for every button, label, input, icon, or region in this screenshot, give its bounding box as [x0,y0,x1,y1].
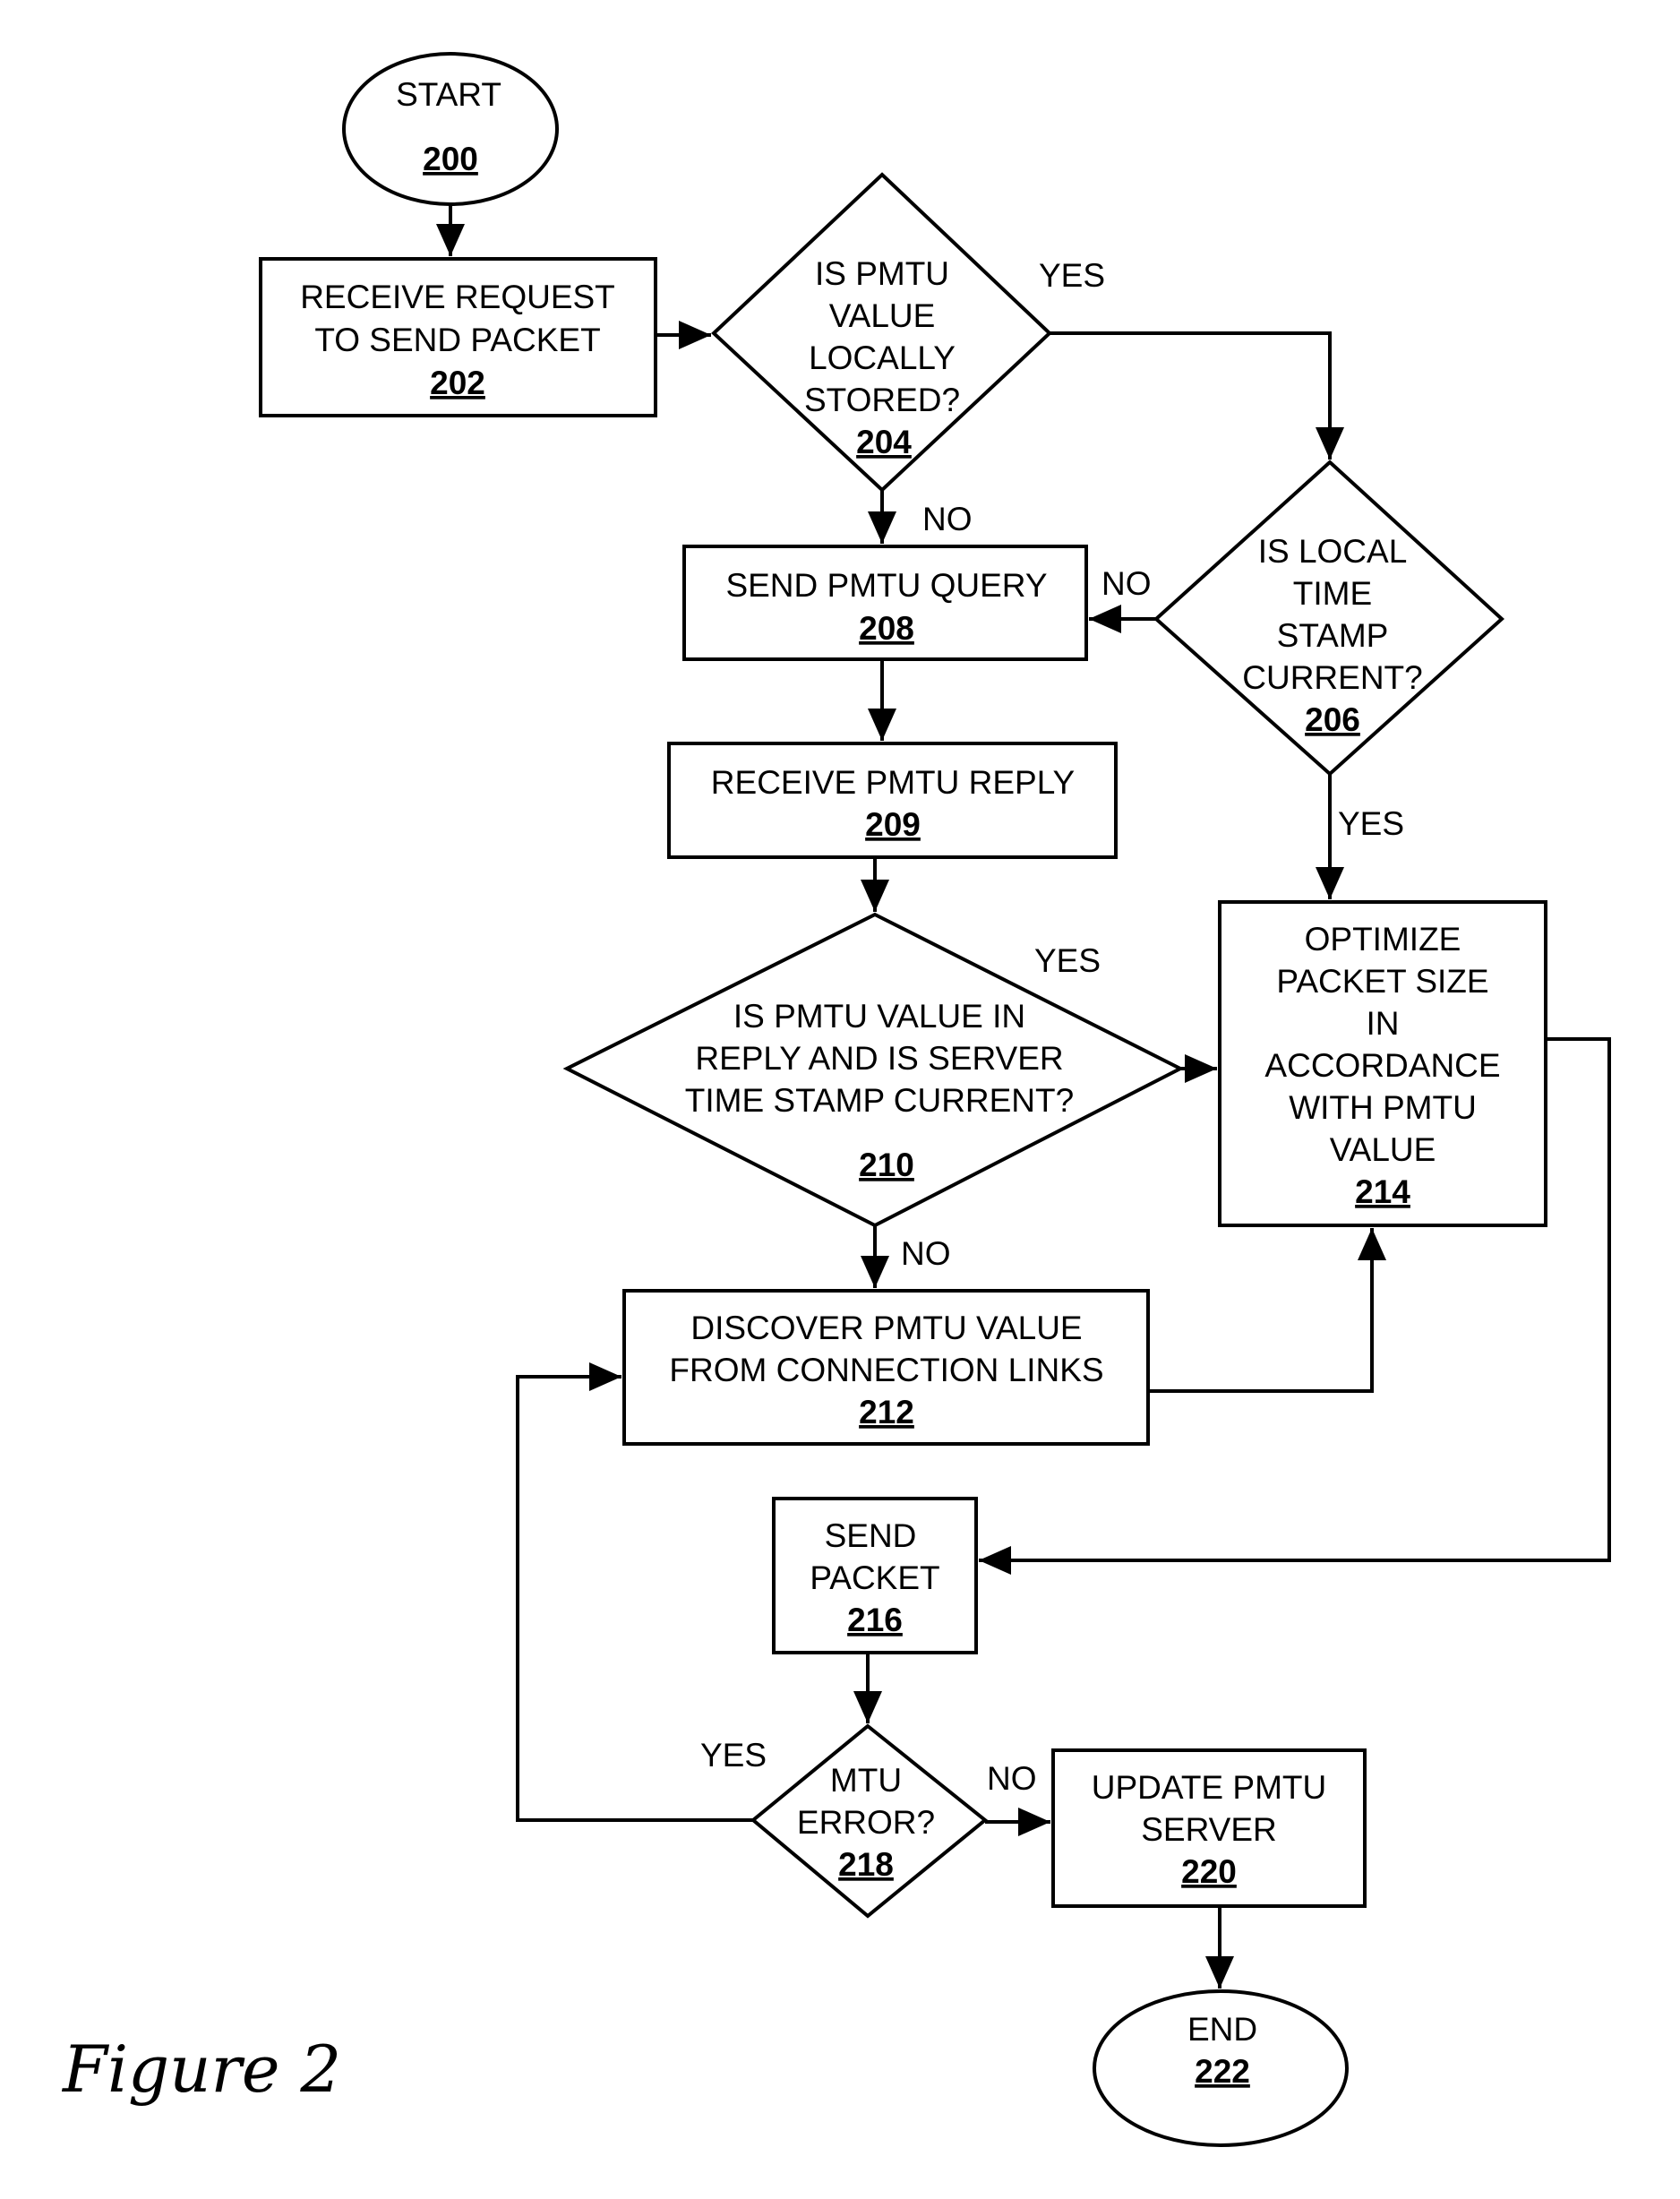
flowchart: YES NO NO YES YES NO YES NO START 200 RE… [61,52,1611,2147]
node-208-ref: 208 [859,610,914,647]
node-216-ref: 216 [847,1602,903,1638]
node-220-ref: 220 [1181,1853,1237,1890]
node-222-text: END [1187,2011,1257,2048]
node-208-send-pmtu-query: SEND PMTU QUERY 208 [682,545,1088,661]
edge-label-206-yes: YES [1338,805,1404,842]
edge-label-218-yes: YES [700,1737,767,1774]
node-214-line-1: OPTIMIZE [1305,921,1461,958]
node-206-line-3: STAMP [1277,617,1389,654]
node-204-line-4: STORED? [804,382,960,418]
node-209-line-1: RECEIVE PMTU REPLY [711,764,1075,801]
node-222-end: END 222 [1093,1989,1349,2147]
node-202-receive-request: RECEIVE REQUEST TO SEND PACKET 202 [259,257,657,417]
node-214-line-5: WITH PMTU [1289,1089,1477,1126]
node-204-line-2: VALUE [829,297,936,334]
node-214-ref: 214 [1355,1173,1410,1210]
edge-label-206-no: NO [1101,565,1152,602]
node-206-line-2: TIME [1293,575,1372,612]
node-216-send-packet: SEND PACKET 216 [772,1497,978,1654]
node-212-line-1: DISCOVER PMTU VALUE [690,1310,1082,1346]
node-210-line-2: REPLY AND IS SERVER [695,1040,1063,1077]
node-218-line-2: ERROR? [797,1804,935,1841]
edge-label-204-no: NO [922,501,973,537]
node-212-line-2: FROM CONNECTION LINKS [669,1352,1103,1388]
node-209-ref: 209 [865,806,921,843]
node-210-line-3: TIME STAMP CURRENT? [685,1082,1074,1119]
node-202-line-2: TO SEND PACKET [314,322,600,358]
node-200-ref: 200 [423,141,478,177]
figure-label: Figure 2 [61,2031,341,2107]
node-214-line-6: VALUE [1330,1131,1436,1168]
node-200-start: START 200 [342,52,559,206]
node-220-line-2: SERVER [1141,1811,1277,1848]
node-204-ref: 204 [856,424,912,460]
node-209-receive-pmtu-reply: RECEIVE PMTU REPLY 209 [667,742,1118,859]
node-212-discover-pmtu: DISCOVER PMTU VALUE FROM CONNECTION LINK… [622,1289,1150,1446]
node-204-line-3: LOCALLY [809,339,956,376]
node-218-ref: 218 [838,1846,894,1883]
node-206-local-timestamp-current: IS LOCAL TIME STAMP CURRENT? 206 [1153,460,1504,777]
node-206-line-1: IS LOCAL [1258,533,1408,570]
node-200-text: START [396,76,501,113]
node-216-line-1: SEND [825,1517,917,1554]
edge-204-206 [1050,331,1344,460]
node-214-line-2: PACKET SIZE [1276,963,1488,1000]
node-218-line-1: MTU [830,1762,902,1799]
node-202-ref: 202 [430,365,485,401]
node-214-line-4: ACCORDANCE [1264,1047,1500,1084]
node-206-line-4: CURRENT? [1242,659,1422,696]
node-214-optimize-packet-size: OPTIMIZE PACKET SIZE IN ACCORDANCE WITH … [1218,900,1547,1227]
edge-212-214 [1148,1228,1386,1393]
node-220-update-pmtu-server: UPDATE PMTU SERVER 220 [1051,1748,1367,1908]
node-222-ref: 222 [1195,2053,1250,2090]
node-204-line-1: IS PMTU [815,255,949,292]
node-210-line-1: IS PMTU VALUE IN [733,998,1025,1035]
node-206-ref: 206 [1305,701,1360,738]
node-204-pmtu-locally-stored: IS PMTU VALUE LOCALLY STORED? 204 [711,172,1052,493]
node-208-line-1: SEND PMTU QUERY [725,567,1047,604]
edge-label-218-no: NO [987,1760,1037,1797]
edge-label-210-no: NO [901,1235,951,1272]
edge-label-204-yes: YES [1039,257,1105,294]
node-218-mtu-error: MTU ERROR? 218 [750,1723,989,1919]
node-220-line-1: UPDATE PMTU [1092,1769,1326,1806]
node-216-line-2: PACKET [810,1559,939,1596]
edge-label-210-yes: YES [1034,942,1101,979]
node-210-ref: 210 [859,1147,914,1183]
node-214-line-3: IN [1367,1005,1400,1042]
node-202-line-1: RECEIVE REQUEST [300,279,615,315]
node-212-ref: 212 [859,1394,914,1430]
